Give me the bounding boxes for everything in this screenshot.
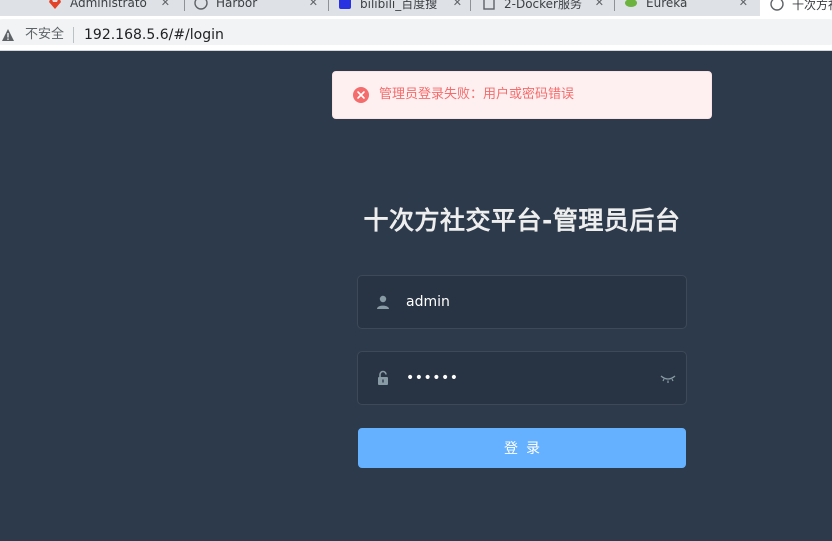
tab-close-icon[interactable]: ✕ <box>739 0 748 9</box>
browser-tab-harbor[interactable]: Harbor ✕ <box>194 0 324 14</box>
user-icon <box>377 295 389 309</box>
tab-close-icon[interactable]: ✕ <box>453 0 462 9</box>
omnibox[interactable]: 不安全 192.168.5.6/#/login <box>0 19 832 45</box>
browser-tab-docker[interactable]: 2-Docker服务 ✕ <box>482 0 610 14</box>
username-field[interactable]: admin <box>357 275 687 329</box>
error-message: 管理员登录失败：用户或密码错误 <box>379 87 575 102</box>
tab-close-icon[interactable]: ✕ <box>161 0 170 9</box>
baidu-paw-icon <box>339 0 351 9</box>
tab-title: Administrato <box>70 0 147 10</box>
password-field[interactable]: •••••• <box>357 351 687 405</box>
browser-tab-gitlab[interactable]: Administrato ✕ <box>48 0 176 14</box>
tab-title: Eureka <box>646 0 688 10</box>
address-bar: 不安全 192.168.5.6/#/login <box>0 16 832 50</box>
tab-title: 2-Docker服务 <box>504 0 582 11</box>
tab-close-icon[interactable]: ✕ <box>309 0 318 9</box>
tab-title: Harbor <box>216 0 258 10</box>
eye-closed-icon[interactable] <box>660 372 676 384</box>
password-input[interactable]: •••••• <box>406 368 459 388</box>
tab-title: bilibili_百度搜 <box>360 0 438 11</box>
tab-title: 十次方社 <box>792 0 832 12</box>
browser-tab-active[interactable]: 十次方社 <box>760 0 832 16</box>
url-text[interactable]: 192.168.5.6/#/login <box>84 26 224 44</box>
browser-tab-eureka[interactable]: Eureka ✕ <box>624 0 754 14</box>
login-page: 管理员登录失败：用户或密码错误 十次方社交平台-管理员后台 admin ••••… <box>0 51 832 541</box>
security-status-label[interactable]: 不安全 <box>25 27 64 43</box>
gitlab-fox-icon <box>49 0 61 9</box>
globe-icon <box>770 0 784 11</box>
tab-close-icon[interactable]: ✕ <box>595 0 604 9</box>
leaf-icon <box>625 0 637 7</box>
browser-tab-strip: Administrato ✕ Harbor ✕ bilibili_百度搜 ✕ 2… <box>0 0 832 16</box>
omnibox-divider <box>73 27 74 43</box>
lock-icon <box>378 370 388 385</box>
document-icon <box>483 0 495 10</box>
browser-tab-baidu[interactable]: bilibili_百度搜 ✕ <box>338 0 468 14</box>
username-input[interactable]: admin <box>406 292 450 312</box>
warning-icon[interactable] <box>1 28 15 42</box>
error-alert: 管理员登录失败：用户或密码错误 <box>332 71 712 119</box>
page-title: 十次方社交平台-管理员后台 <box>363 206 681 235</box>
error-circle-icon <box>353 87 369 103</box>
login-button[interactable]: 登录 <box>358 428 686 468</box>
globe-icon <box>194 0 208 10</box>
